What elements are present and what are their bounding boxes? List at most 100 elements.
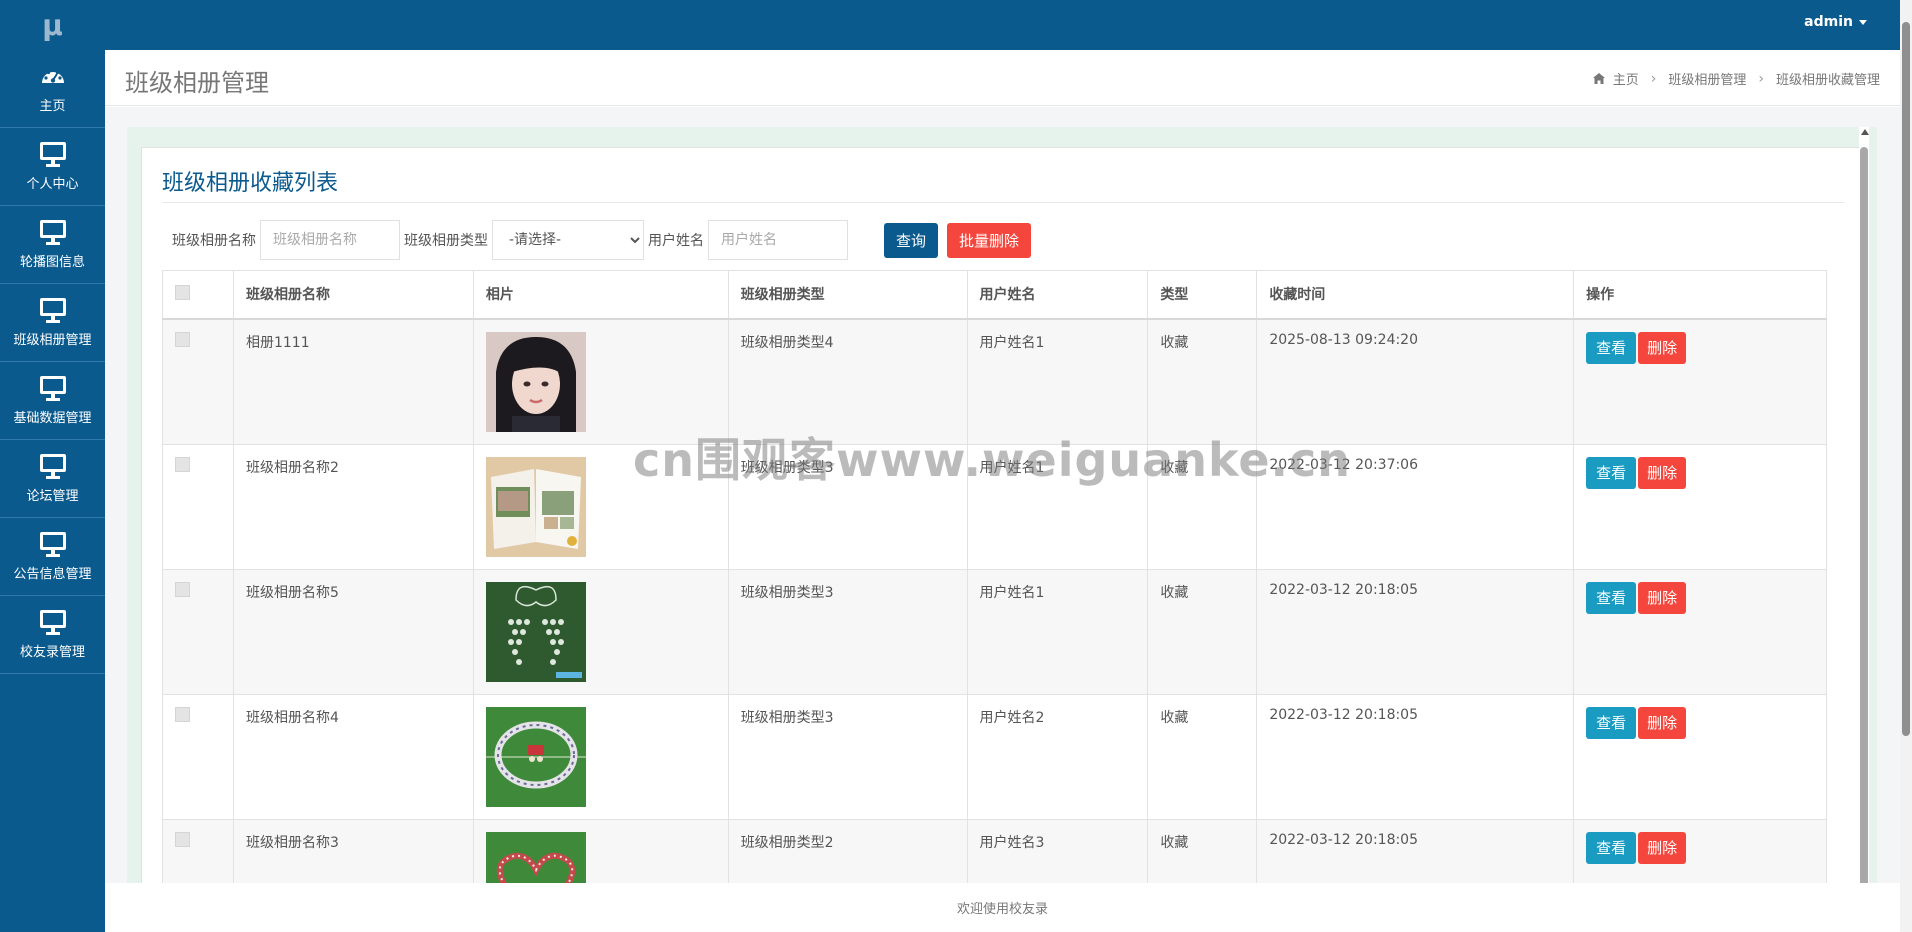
table-row: 相册1111 班级相册类型4 用户姓名1 收藏 2025-08-13 09:24… [162,318,1827,445]
sidebar: μ 主页 个人中心 轮播图信息 班级相册管理 基础数据管理 论坛管理 公告信息管… [0,0,105,932]
actions-cell: 查看 删除 [1573,693,1827,820]
sidebar-item-label: 轮播图信息 [19,255,85,270]
breadcrumb-item[interactable]: 班级相册管理 [1668,69,1746,88]
user-name-cell: 用户姓名2 [966,693,1149,820]
sidebar-item-label: 基础数据管理 [13,411,92,426]
album-name-cell: 班级相册名称5 [232,568,474,695]
delete-button[interactable]: 删除 [1638,831,1687,864]
column-header[interactable]: 类型 [1147,270,1258,320]
scrollbar-thumb[interactable] [1902,22,1910,736]
sidebar-item-label: 校友录管理 [19,645,85,660]
actions-cell: 查看 删除 [1573,318,1827,445]
caret-down-icon [1859,19,1867,25]
monitor-icon [39,453,67,479]
sidebar-item-personal-center[interactable]: 个人中心 [0,128,105,206]
row-checkbox[interactable] [175,456,190,472]
table-row: 班级相册名称2 班级相册类型3 用户姓名1 收藏 2022-03-12 20:3… [162,443,1827,570]
view-button[interactable]: 查看 [1586,581,1637,614]
view-button[interactable]: 查看 [1586,456,1637,489]
table-row: 班级相册名称3 班级相册类型2 用户姓名3 收藏 2022-03-12 20:1… [162,818,1827,884]
column-header[interactable]: 用户姓名 [966,270,1149,320]
photo-thumbnail[interactable] [485,831,586,884]
monitor-icon [39,531,67,557]
monitor-icon [39,609,67,635]
actions-cell: 查看 删除 [1573,818,1827,883]
top-bar: admin [0,0,1912,50]
scrollbar-thumb[interactable] [1860,147,1868,889]
user-name: admin [1804,14,1853,30]
photo-thumbnail[interactable] [485,456,586,557]
scroll-up-icon[interactable] [1861,129,1869,135]
batch-delete-button[interactable]: 批量删除 [947,222,1032,258]
row-checkbox[interactable] [175,331,190,347]
column-header[interactable]: 班级相册名称 [232,270,474,320]
delete-button[interactable]: 删除 [1638,581,1687,614]
kind-cell: 收藏 [1147,693,1258,820]
sidebar-item-label: 班级相册管理 [13,333,92,348]
query-button[interactable]: 查询 [884,222,939,258]
sidebar-item-base-data[interactable]: 基础数据管理 [0,362,105,440]
home-icon [1592,73,1605,84]
sidebar-item-class-album[interactable]: 班级相册管理 [0,284,105,362]
delete-button[interactable]: 删除 [1638,456,1687,489]
monitor-icon [39,219,67,245]
content-area: 班级相册收藏列表 班级相册名称 班级相册类型 -请选择- 用户姓名 查询 批量删… [105,107,1900,883]
user-name-cell: 用户姓名1 [966,568,1149,695]
row-checkbox[interactable] [175,581,190,597]
sidebar-item-carousel[interactable]: 轮播图信息 [0,206,105,284]
sidebar-item-label: 主页 [39,99,66,114]
table-row: 班级相册名称4 班级相册类型3 用户姓名2 收藏 2022-03-12 20:1… [162,693,1827,820]
sidebar-item-home[interactable]: 主页 [0,50,105,128]
user-menu[interactable]: admin [1804,14,1867,30]
column-header[interactable]: 收藏时间 [1256,270,1575,320]
page-title: 班级相册管理 [125,69,269,97]
dashboard-icon [39,63,67,89]
card-title: 班级相册收藏列表 [162,171,339,196]
photo-cell [472,318,729,445]
row-checkbox[interactable] [175,706,190,722]
divider [162,202,1844,203]
album-type-cell: 班级相册类型4 [727,318,968,445]
user-name-input[interactable] [708,220,848,260]
search-form: 班级相册名称 班级相册类型 -请选择- 用户姓名 查询 批量删除 [172,220,1032,260]
delete-button[interactable]: 删除 [1638,331,1687,364]
list-card: 班级相册收藏列表 班级相册名称 班级相册类型 -请选择- 用户姓名 查询 批量删… [141,147,1863,883]
breadcrumb: 主页 › 班级相册管理 › 班级相册收藏管理 [1592,69,1880,88]
view-button[interactable]: 查看 [1586,831,1637,864]
kind-cell: 收藏 [1147,818,1258,883]
time-cell: 2025-08-13 09:24:20 [1256,318,1575,445]
sidebar-item-label: 公告信息管理 [13,567,92,582]
view-button[interactable]: 查看 [1586,331,1637,364]
actions-cell: 查看 删除 [1573,568,1827,695]
album-name-cell: 相册1111 [232,318,474,445]
photo-thumbnail[interactable] [485,581,586,682]
album-name-cell: 班级相册名称2 [232,443,474,570]
photo-cell [472,818,729,884]
delete-button[interactable]: 删除 [1638,706,1687,739]
sidebar-item-forum[interactable]: 论坛管理 [0,440,105,518]
select-all-checkbox[interactable] [175,284,190,300]
content-scrollbar[interactable] [1859,127,1869,889]
user-name-cell: 用户姓名1 [966,318,1149,445]
album-name-input[interactable] [260,220,400,260]
name-label: 班级相册名称 [172,233,256,249]
photo-thumbnail[interactable] [485,706,586,807]
time-cell: 2022-03-12 20:18:05 [1256,568,1575,695]
photo-thumbnail[interactable] [485,331,586,432]
album-name-cell: 班级相册名称3 [232,818,474,883]
album-type-cell: 班级相册类型3 [727,693,968,820]
column-header[interactable]: 班级相册类型 [727,270,968,320]
view-button[interactable]: 查看 [1586,706,1637,739]
monitor-icon [39,375,67,401]
sidebar-item-label: 论坛管理 [26,489,79,504]
kind-cell: 收藏 [1147,568,1258,695]
album-type-select[interactable]: -请选择- [492,220,644,260]
column-header: 相片 [472,270,729,320]
sidebar-item-notice[interactable]: 公告信息管理 [0,518,105,596]
select-all-cell [162,270,234,320]
page-scrollbar[interactable] [1900,0,1912,932]
row-checkbox[interactable] [175,831,190,847]
sidebar-item-alumni[interactable]: 校友录管理 [0,596,105,674]
album-type-cell: 班级相册类型3 [727,443,968,570]
breadcrumb-home[interactable]: 主页 [1592,69,1639,88]
